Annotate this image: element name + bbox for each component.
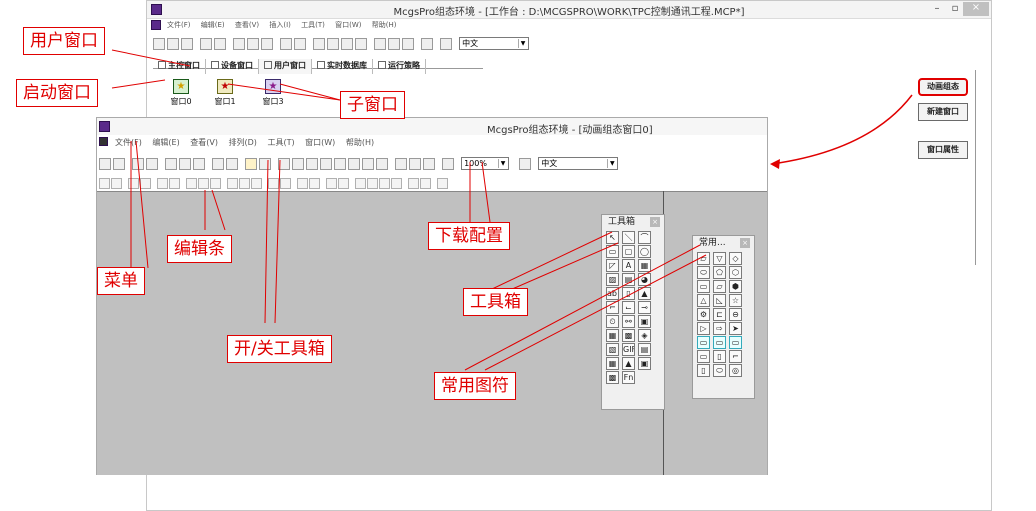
arrow-curve — [771, 94, 913, 165]
annotation-menu: 菜单 — [97, 267, 145, 295]
arrow-head — [770, 159, 780, 169]
annotation-sub-window: 子窗口 — [340, 91, 405, 119]
line-toolbox-toggle-1 — [264, 159, 269, 324]
line-edit-bar-2 — [211, 189, 226, 231]
annotation-toggle-toolbox: 开/关工具箱 — [227, 335, 332, 363]
annotation-startup-window: 启动窗口 — [16, 79, 98, 107]
line-menu-2 — [135, 140, 149, 269]
annotation-toolbox: 工具箱 — [463, 288, 528, 316]
annotation-download-config: 下载配置 — [428, 222, 510, 250]
annotation-edit-bar: 编辑条 — [167, 235, 232, 263]
line-toolbox-2 — [509, 242, 619, 291]
annotation-common-symbols: 常用图符 — [434, 372, 516, 400]
line-startup-window — [111, 79, 166, 89]
line-sub-window-1 — [227, 83, 341, 101]
line-toolbox-toggle-2 — [274, 159, 281, 324]
annotation-user-window: 用户窗口 — [23, 27, 105, 55]
line-download-2 — [481, 161, 491, 223]
line-sub-window-3 — [279, 83, 341, 101]
line-user-window — [111, 49, 191, 67]
annotation-lines — [111, 49, 913, 371]
